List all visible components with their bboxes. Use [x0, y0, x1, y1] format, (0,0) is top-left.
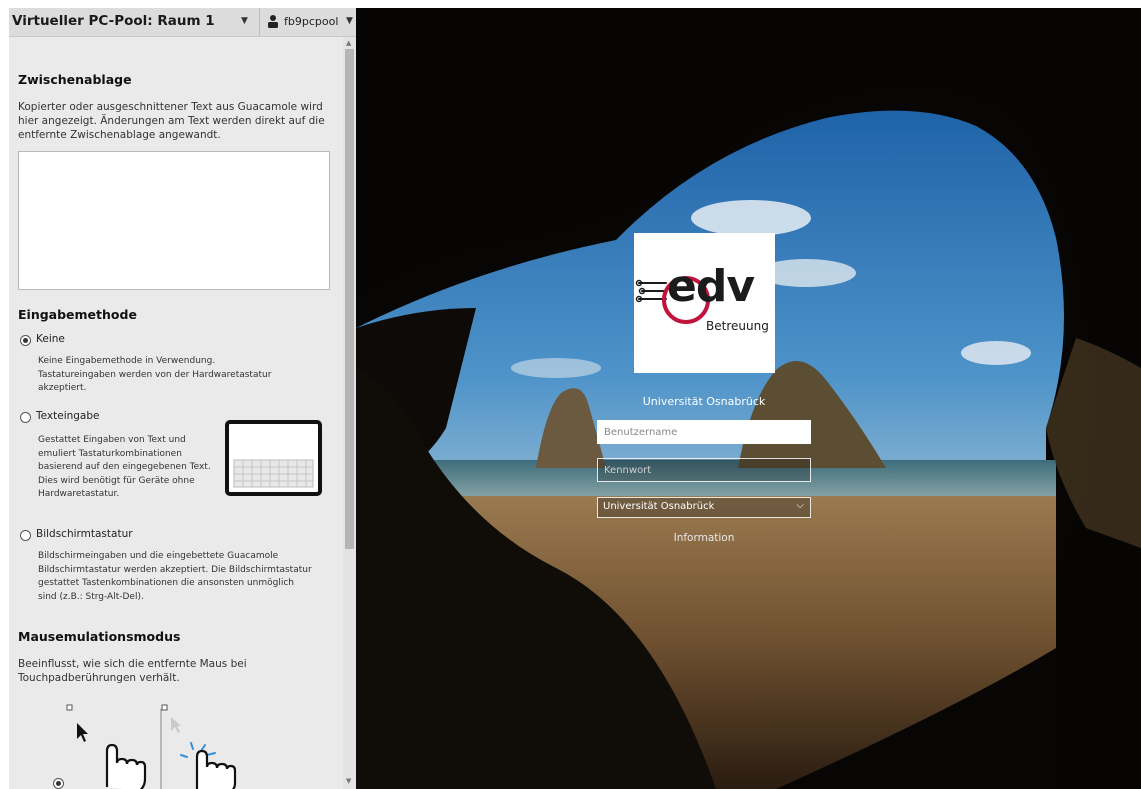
user-icon	[268, 15, 278, 28]
user-menu-button[interactable]: fb9pcpool ▼	[259, 8, 356, 36]
university-title: Universität Osnabrück	[642, 395, 766, 408]
username-input[interactable]	[597, 420, 811, 444]
radio-bildschirmtastatur[interactable]	[20, 530, 31, 541]
touch-hand-icon-relative	[195, 749, 237, 789]
menu-scrollbar[interactable]: ▲ ▼	[343, 37, 356, 789]
chevron-down-icon: ⌵	[796, 500, 804, 511]
edv-logo: edv Betreuung	[634, 233, 775, 373]
information-link[interactable]: Information	[597, 532, 811, 544]
bildschirmtastatur-description: Bildschirmeingaben und die eingebettete …	[38, 551, 312, 602]
mouse-mode-illustration	[66, 704, 237, 789]
radio-label-keine: Keine	[36, 333, 65, 345]
connection-name[interactable]: Virtueller PC-Pool: Raum 1	[12, 13, 215, 29]
domain-value: Universität Osnabrück	[603, 501, 715, 512]
mouse-mode-description: Beeinflusst, wie sich die entfernte Maus…	[18, 658, 247, 684]
password-input[interactable]	[597, 458, 811, 482]
input-method-heading: Eingabemethode	[18, 307, 137, 322]
menu-header: Virtueller PC-Pool: Raum 1 ▼ fb9pcpool ▼	[9, 8, 356, 37]
clipboard-textarea[interactable]	[18, 151, 330, 290]
menu-content: Zwischenablage Kopierter oder ausgeschni…	[9, 37, 343, 789]
radio-mouse-absolute[interactable]	[53, 778, 64, 789]
user-dropdown-icon: ▼	[346, 16, 353, 26]
radio-label-bildschirmtastatur: Bildschirmtastatur	[36, 528, 133, 540]
mouse-mode-heading: Mausemulationsmodus	[18, 629, 181, 644]
logo-text: edv	[667, 261, 755, 312]
guacamole-menu: Virtueller PC-Pool: Raum 1 ▼ fb9pcpool ▼…	[9, 8, 356, 789]
remote-desktop[interactable]: edv Betreuung Universität Osnabrück Univ…	[356, 8, 1141, 789]
keine-description: Keine Eingabemethode in Verwendung. Tast…	[38, 356, 272, 393]
username: fb9pcpool	[284, 15, 339, 28]
texteingabe-description: Gestattet Eingaben von Text und emuliert…	[38, 435, 211, 499]
scroll-down-icon[interactable]: ▼	[346, 777, 351, 785]
scroll-thumb[interactable]	[345, 49, 354, 549]
touch-hand-icon	[105, 743, 147, 789]
radio-label-texteingabe: Texteingabe	[36, 410, 100, 422]
scroll-up-icon[interactable]: ▲	[346, 39, 351, 47]
pointer-icon	[77, 723, 88, 742]
radio-keine[interactable]	[20, 335, 31, 346]
connection-dropdown-icon[interactable]: ▼	[241, 16, 248, 26]
radio-texteingabe[interactable]	[20, 412, 31, 423]
logo-subtext: Betreuung	[706, 319, 769, 333]
clipboard-heading: Zwischenablage	[18, 72, 132, 87]
clipboard-description: Kopierter oder ausgeschnittener Text aus…	[18, 101, 325, 141]
domain-select[interactable]: Universität Osnabrück ⌵	[597, 497, 811, 518]
tablet-keyboard-icon	[225, 420, 322, 496]
